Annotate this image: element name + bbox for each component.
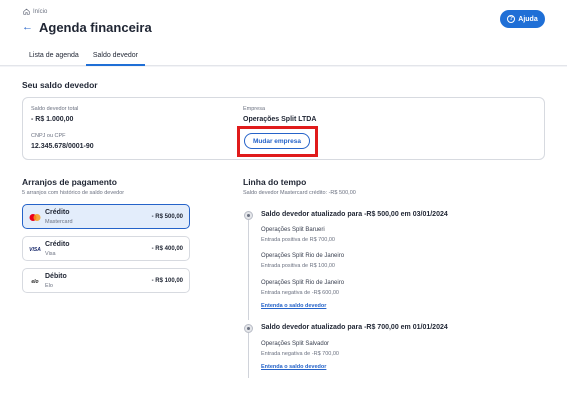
change-company-button[interactable]: Mudar empresa [244, 133, 310, 149]
title-row: ← Agenda financeira [22, 20, 152, 35]
arrangement-brand: Visa [45, 251, 56, 257]
help-button[interactable]: ? Ajuda [500, 10, 545, 28]
company-label: Empresa [243, 106, 266, 112]
mastercard-logo [28, 213, 42, 222]
arrangements-title: Arranjos de pagamento [22, 177, 117, 187]
arrow-left-icon[interactable]: ← [22, 22, 33, 33]
tab-lista-de-agenda[interactable]: Lista de agenda [22, 49, 86, 66]
breadcrumb[interactable]: Início [23, 8, 47, 15]
timeline-line [248, 333, 249, 378]
visa-logo: VISA [29, 246, 41, 253]
timeline-event-heading: Saldo devedor atualizado para -R$ 500,00… [261, 211, 448, 218]
arrangement-card-credito-mastercard[interactable]: Crédito Mastercard - R$ 500,00 [22, 204, 190, 229]
tab-saldo-devedor[interactable]: Saldo devedor [85, 49, 145, 66]
timeline-line [248, 220, 249, 320]
tab-bar: Lista de agenda Saldo devedor [22, 49, 145, 66]
timeline-event-heading: Saldo devedor atualizado para -R$ 700,00… [261, 324, 448, 331]
timeline-entry-name: Operações Split Salvador [261, 341, 330, 347]
page-header: Início ← Agenda financeira ? Ajuda Lista… [0, 0, 567, 66]
total-debt-label: Saldo devedor total [31, 106, 79, 112]
arrangement-card-credito-visa[interactable]: VISA Crédito Visa - R$ 400,00 [22, 236, 190, 261]
home-icon [23, 8, 30, 15]
timeline-dot-icon [244, 211, 253, 220]
arrangement-amount: - R$ 500,00 [151, 214, 183, 220]
timeline-entry-name: Operações Split Rio de Janeiro [261, 280, 345, 286]
arrangement-amount: - R$ 100,00 [151, 278, 183, 284]
timeline-dot-icon [244, 324, 253, 333]
help-button-label: Ajuda [518, 15, 538, 23]
total-debt-value: - R$ 1.000,00 [31, 116, 74, 123]
timeline-subtitle: Saldo devedor Mastercard crédito: -R$ 50… [243, 190, 356, 196]
arrangement-brand: Mastercard [45, 219, 73, 225]
cnpj-value: 12.345.678/0001-90 [31, 143, 94, 150]
breadcrumb-home-link[interactable]: Início [33, 9, 47, 15]
timeline-entry-note: Entrada positiva de R$ 700,00 [261, 237, 335, 243]
arrangement-name: Débito [45, 273, 67, 280]
company-value: Operações Split LTDA [243, 116, 317, 123]
question-circle-icon: ? [507, 15, 516, 23]
arrangement-card-debito-elo[interactable]: elo Débito Elo - R$ 100,00 [22, 268, 190, 293]
timeline-entry-note: Entrada negativa de -R$ 700,00 [261, 351, 339, 357]
page-title: Agenda financeira [39, 20, 152, 35]
arrangement-name: Crédito [45, 241, 70, 248]
arrangement-name: Crédito [45, 209, 70, 216]
understand-debt-link[interactable]: Entenda o saldo devedor [261, 303, 326, 309]
timeline-entry-name: Operações Split Barueri [261, 227, 325, 233]
timeline-title: Linha do tempo [243, 177, 307, 187]
timeline-entry-name: Operações Split Rio de Janeiro [261, 253, 345, 259]
elo-logo: elo [31, 278, 39, 285]
understand-debt-link[interactable]: Entenda o saldo devedor [261, 364, 326, 370]
debt-section-title: Seu saldo devedor [22, 80, 98, 90]
arrangement-brand: Elo [45, 283, 53, 289]
arrangements-subtitle: 5 arranjos com histórico de saldo devedo… [22, 190, 125, 196]
timeline-entry-note: Entrada positiva de R$ 100,00 [261, 263, 335, 269]
cnpj-label: CNPJ ou CPF [31, 133, 66, 139]
arrangement-amount: - R$ 400,00 [151, 246, 183, 252]
timeline-entry-note: Entrada negativa de -R$ 600,00 [261, 290, 339, 296]
